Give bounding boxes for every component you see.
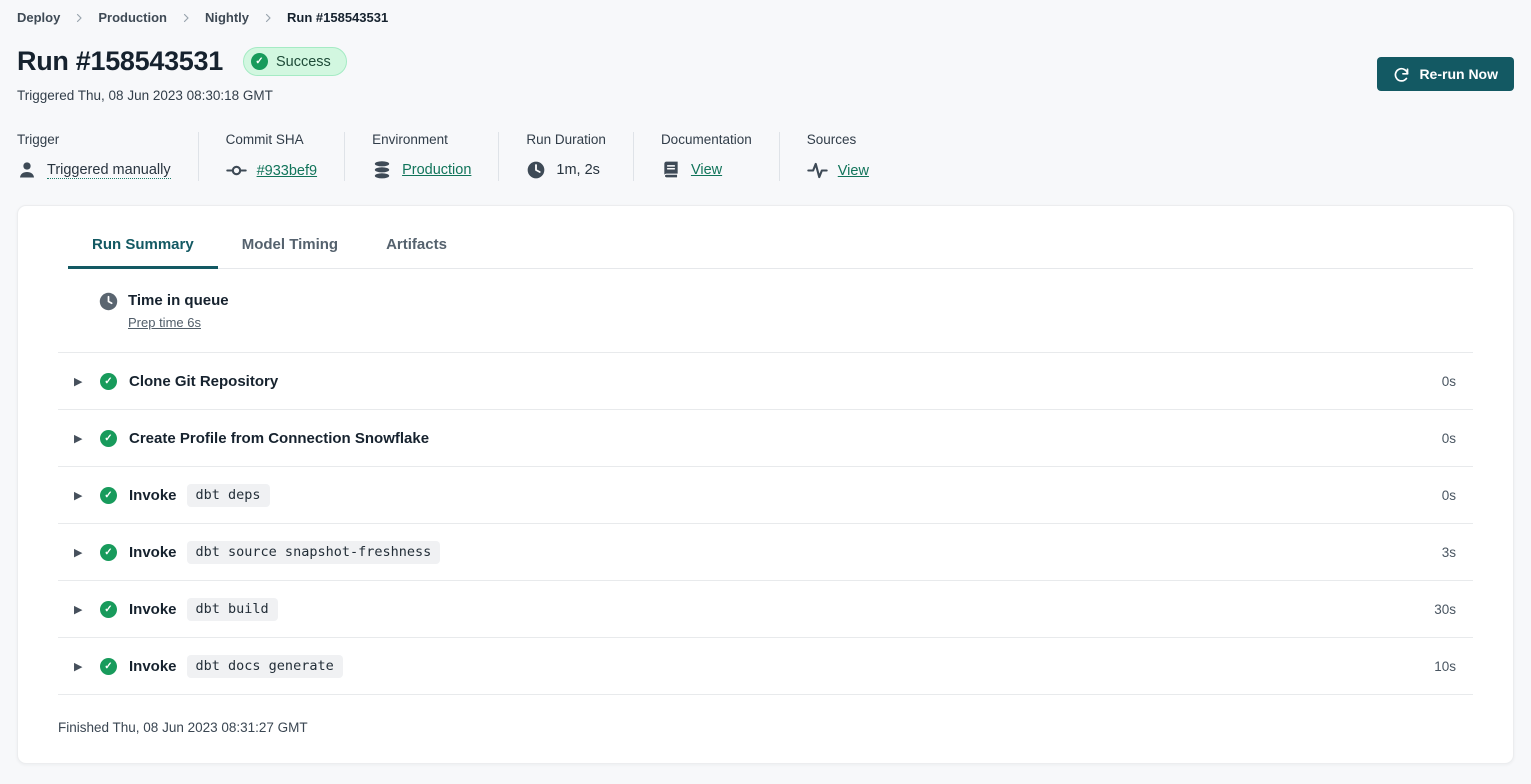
check-circle-icon: ✓ xyxy=(100,544,117,561)
tab-run-summary[interactable]: Run Summary xyxy=(68,224,218,269)
time-in-queue-title: Time in queue xyxy=(128,292,229,309)
header: Run #158543531 ✓ Success xyxy=(17,46,1514,77)
meta-environment-label: Environment xyxy=(372,132,471,147)
status-badge-label: Success xyxy=(276,54,331,70)
step-row-dbt-deps[interactable]: ▶ ✓ Invoke dbt deps 0s xyxy=(58,466,1473,523)
step-label: Invoke xyxy=(129,601,177,618)
clock-icon xyxy=(99,292,118,311)
step-duration: 10s xyxy=(1434,659,1456,674)
documentation-view-link[interactable]: View xyxy=(691,162,722,178)
chevron-right-icon xyxy=(180,12,192,24)
breadcrumb: Deploy Production Nightly Run #158543531 xyxy=(17,10,1514,25)
time-in-queue-section: Time in queue Prep time 6s xyxy=(58,269,1473,352)
run-meta-strip: Trigger Triggered manually Commit SHA #9… xyxy=(17,132,1514,181)
expand-triangle-icon[interactable]: ▶ xyxy=(74,432,86,445)
step-row-clone-git[interactable]: ▶ ✓ Clone Git Repository 0s xyxy=(58,352,1473,409)
step-row-docs-generate[interactable]: ▶ ✓ Invoke dbt docs generate 10s xyxy=(58,637,1473,694)
meta-trigger-label: Trigger xyxy=(17,132,171,147)
step-row-create-profile[interactable]: ▶ ✓ Create Profile from Connection Snowf… xyxy=(58,409,1473,466)
commit-sha-link[interactable]: #933bef9 xyxy=(257,163,317,179)
step-command-chip: dbt source snapshot-freshness xyxy=(187,541,441,564)
expand-triangle-icon[interactable]: ▶ xyxy=(74,489,86,502)
meta-environment: Environment Production xyxy=(372,132,499,181)
step-label: Invoke xyxy=(129,544,177,561)
check-circle-icon: ✓ xyxy=(100,373,117,390)
run-detail-page: Deploy Production Nightly Run #158543531… xyxy=(0,0,1531,764)
chevron-right-icon xyxy=(262,12,274,24)
person-icon xyxy=(17,160,37,180)
tab-artifacts[interactable]: Artifacts xyxy=(362,224,471,269)
meta-trigger: Trigger Triggered manually xyxy=(17,132,199,181)
breadcrumb-deploy[interactable]: Deploy xyxy=(17,10,60,25)
chevron-right-icon xyxy=(73,12,85,24)
rerun-now-label: Re-run Now xyxy=(1419,66,1498,82)
run-duration-value: 1m, 2s xyxy=(556,162,600,178)
meta-run-duration: Run Duration 1m, 2s xyxy=(526,132,634,181)
rerun-now-button[interactable]: Re-run Now xyxy=(1377,57,1514,91)
environment-link[interactable]: Production xyxy=(402,162,471,178)
book-icon xyxy=(661,160,681,180)
step-label: Create Profile from Connection Snowflake xyxy=(129,430,429,447)
step-duration: 0s xyxy=(1442,431,1456,446)
step-duration: 0s xyxy=(1442,374,1456,389)
check-circle-icon: ✓ xyxy=(100,658,117,675)
finished-timestamp: Finished Thu, 08 Jun 2023 08:31:27 GMT xyxy=(58,694,1473,735)
page-title: Run #158543531 xyxy=(17,46,223,77)
step-label: Invoke xyxy=(129,487,177,504)
step-command-chip: dbt build xyxy=(187,598,278,621)
pulse-icon xyxy=(807,160,828,181)
check-circle-icon: ✓ xyxy=(100,430,117,447)
breadcrumb-production[interactable]: Production xyxy=(98,10,167,25)
tab-model-timing[interactable]: Model Timing xyxy=(218,224,362,269)
step-label: Clone Git Repository xyxy=(129,373,278,390)
commit-icon xyxy=(226,160,247,181)
step-duration: 0s xyxy=(1442,488,1456,503)
meta-documentation-label: Documentation xyxy=(661,132,752,147)
meta-commit-sha: Commit SHA #933bef9 xyxy=(226,132,345,181)
check-circle-icon: ✓ xyxy=(100,487,117,504)
database-icon xyxy=(372,160,392,180)
step-duration: 30s xyxy=(1434,602,1456,617)
run-summary-card: Run Summary Model Timing Artifacts Time … xyxy=(17,205,1514,764)
step-row-dbt-build[interactable]: ▶ ✓ Invoke dbt build 30s xyxy=(58,580,1473,637)
check-circle-icon: ✓ xyxy=(251,53,268,70)
status-badge: ✓ Success xyxy=(243,47,347,76)
step-label: Invoke xyxy=(129,658,177,675)
expand-triangle-icon[interactable]: ▶ xyxy=(74,660,86,673)
step-duration: 3s xyxy=(1442,545,1456,560)
expand-triangle-icon[interactable]: ▶ xyxy=(74,603,86,616)
clock-icon xyxy=(526,160,546,180)
breadcrumb-nightly[interactable]: Nightly xyxy=(205,10,249,25)
meta-duration-label: Run Duration xyxy=(526,132,606,147)
triggered-timestamp: Triggered Thu, 08 Jun 2023 08:30:18 GMT xyxy=(17,88,1514,103)
sources-view-link[interactable]: View xyxy=(838,163,869,179)
prep-time-link[interactable]: Prep time 6s xyxy=(128,315,201,330)
meta-commit-label: Commit SHA xyxy=(226,132,317,147)
step-row-source-freshness[interactable]: ▶ ✓ Invoke dbt source snapshot-freshness… xyxy=(58,523,1473,580)
check-circle-icon: ✓ xyxy=(100,601,117,618)
meta-sources: Sources View xyxy=(807,132,896,181)
expand-triangle-icon[interactable]: ▶ xyxy=(74,375,86,388)
meta-sources-label: Sources xyxy=(807,132,869,147)
expand-triangle-icon[interactable]: ▶ xyxy=(74,546,86,559)
refresh-icon xyxy=(1393,66,1410,83)
meta-documentation: Documentation View xyxy=(661,132,780,181)
tab-bar: Run Summary Model Timing Artifacts xyxy=(68,224,1473,269)
meta-trigger-value[interactable]: Triggered manually xyxy=(47,162,171,179)
step-command-chip: dbt docs generate xyxy=(187,655,343,678)
breadcrumb-current-run: Run #158543531 xyxy=(287,10,388,25)
step-command-chip: dbt deps xyxy=(187,484,270,507)
